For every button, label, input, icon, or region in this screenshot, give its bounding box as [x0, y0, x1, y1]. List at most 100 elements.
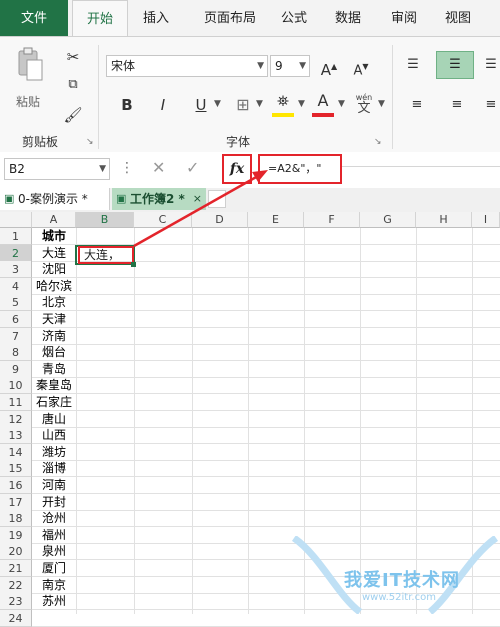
row-header[interactable]: 17 — [0, 494, 32, 511]
tab-home[interactable]: 开始 — [72, 0, 128, 36]
align-left-icon[interactable]: ≡ — [404, 93, 430, 117]
cell-a[interactable]: 山西 — [32, 427, 76, 444]
cell-a[interactable]: 淄博 — [32, 460, 76, 477]
col-header-F[interactable]: F — [304, 212, 360, 228]
paste-icon[interactable] — [14, 47, 44, 87]
copy-icon[interactable]: ⧉ — [60, 73, 86, 97]
col-header-E[interactable]: E — [248, 212, 304, 228]
fill-color-icon[interactable]: ⛯ — [270, 89, 296, 113]
underline-icon[interactable]: U — [188, 93, 214, 117]
col-header-B[interactable]: B — [76, 212, 134, 228]
cell-a[interactable]: 济南 — [32, 328, 76, 345]
align-bottom-icon[interactable]: ☰ — [478, 53, 500, 77]
paste-button[interactable]: 粘贴 — [16, 93, 40, 110]
name-box[interactable]: B2 ▼ — [4, 158, 110, 180]
cell-a[interactable]: 石家庄 — [32, 394, 76, 411]
cell-a[interactable]: 城市 — [32, 228, 76, 245]
active-cell-b2[interactable]: 大连， — [78, 246, 134, 264]
row-header[interactable]: 1 — [0, 228, 32, 245]
chevron-down-icon[interactable]: ▼ — [298, 99, 305, 109]
cell-a[interactable]: 秦皇岛 — [32, 377, 76, 394]
row-header[interactable]: 23 — [0, 593, 32, 610]
row-header[interactable]: 12 — [0, 411, 32, 428]
align-center-icon[interactable]: ≡ — [444, 93, 470, 117]
font-name-combo[interactable]: 宋体 ▼ — [106, 55, 268, 77]
workbook-tab-1[interactable]: ▣ 0-案例演示 * — [0, 188, 110, 210]
row-header[interactable]: 11 — [0, 394, 32, 411]
new-workbook-button[interactable] — [208, 190, 226, 208]
cut-icon[interactable]: ✂ — [60, 45, 86, 69]
cell-a[interactable]: 青岛 — [32, 361, 76, 378]
cell-a[interactable]: 天津 — [32, 311, 76, 328]
tab-page-layout[interactable]: 页面布局 — [190, 0, 270, 36]
chevron-down-icon[interactable]: ▼ — [214, 99, 221, 109]
decrease-font-icon[interactable]: A▼ — [348, 55, 374, 79]
cell-a[interactable]: 哈尔滨 — [32, 278, 76, 295]
cancel-icon[interactable]: ✕ — [152, 158, 165, 177]
cell-a[interactable]: 潍坊 — [32, 444, 76, 461]
worksheet-grid[interactable]: A B C D E F G H I 1 城市 2 大连 3 沈阳 4 哈尔滨 5 北京 6 天津 7 济南… — [0, 212, 500, 627]
row-header[interactable]: 21 — [0, 560, 32, 577]
row-header[interactable]: 2 — [0, 245, 32, 262]
increase-font-icon[interactable]: A▲ — [316, 55, 342, 79]
align-top-icon[interactable]: ☰ — [400, 53, 426, 77]
row-header[interactable]: 4 — [0, 278, 32, 295]
row-header[interactable]: 22 — [0, 577, 32, 594]
align-middle-icon[interactable]: ☰ — [436, 51, 474, 79]
col-header-I[interactable]: I — [472, 212, 500, 228]
formula-input[interactable]: =A2&"，" — [258, 154, 342, 184]
cell-a[interactable]: 南京 — [32, 577, 76, 594]
tab-data[interactable]: 数据 — [326, 0, 370, 36]
row-header[interactable]: 24 — [0, 610, 32, 627]
cell-a[interactable]: 沧州 — [32, 510, 76, 527]
row-header[interactable]: 14 — [0, 444, 32, 461]
confirm-icon[interactable]: ✓ — [186, 158, 199, 177]
row-header[interactable]: 15 — [0, 460, 32, 477]
row-header[interactable]: 19 — [0, 527, 32, 544]
tab-formulas[interactable]: 公式 — [272, 0, 316, 36]
col-header-H[interactable]: H — [416, 212, 472, 228]
cell-a[interactable]: 烟台 — [32, 344, 76, 361]
font-launcher-icon[interactable]: ↘ — [374, 137, 382, 147]
font-size-combo[interactable]: 9 ▼ — [270, 55, 310, 77]
cell-a[interactable]: 河南 — [32, 477, 76, 494]
row-header[interactable]: 3 — [0, 261, 32, 278]
cell-a[interactable] — [32, 610, 76, 627]
italic-icon[interactable]: I — [150, 93, 176, 117]
tab-review[interactable]: 审阅 — [382, 0, 426, 36]
cell-a[interactable]: 苏州 — [32, 593, 76, 610]
cell-a[interactable]: 沈阳 — [32, 261, 76, 278]
col-header-A[interactable]: A — [32, 212, 76, 228]
tab-file[interactable]: 文件 — [0, 0, 68, 36]
row-header[interactable]: 10 — [0, 377, 32, 394]
cell-a[interactable]: 大连 — [32, 245, 76, 262]
close-icon[interactable]: × — [193, 188, 202, 210]
col-header-D[interactable]: D — [192, 212, 248, 228]
font-color-icon[interactable]: A — [310, 89, 336, 113]
cell-a[interactable]: 开封 — [32, 494, 76, 511]
fill-handle[interactable] — [131, 262, 136, 267]
clipboard-launcher-icon[interactable]: ↘ — [86, 137, 94, 147]
select-all-corner[interactable] — [0, 212, 32, 228]
row-header[interactable]: 13 — [0, 427, 32, 444]
align-right-icon[interactable]: ≡ — [478, 93, 500, 117]
cell-a[interactable]: 唐山 — [32, 411, 76, 428]
row-header[interactable]: 8 — [0, 344, 32, 361]
row-header[interactable]: 20 — [0, 543, 32, 560]
cell-a[interactable]: 北京 — [32, 294, 76, 311]
chevron-down-icon[interactable]: ▼ — [256, 99, 263, 109]
row-header[interactable]: 18 — [0, 510, 32, 527]
bold-icon[interactable]: B — [114, 93, 140, 117]
tab-view[interactable]: 视图 — [436, 0, 480, 36]
insert-function-button[interactable]: fx — [222, 154, 252, 184]
row-header[interactable]: 16 — [0, 477, 32, 494]
cell-a[interactable]: 厦门 — [32, 560, 76, 577]
cell-a[interactable]: 福州 — [32, 527, 76, 544]
chevron-down-icon[interactable]: ▼ — [338, 99, 345, 109]
phonetic-guide-icon[interactable]: wén 文 — [352, 93, 376, 117]
borders-icon[interactable]: ⊞ — [230, 93, 256, 117]
chevron-down-icon[interactable]: ▼ — [378, 99, 385, 109]
tab-insert[interactable]: 插入 — [134, 0, 178, 36]
col-header-G[interactable]: G — [360, 212, 416, 228]
workbook-tab-2[interactable]: ▣ 工作簿2 * × — [112, 188, 206, 210]
